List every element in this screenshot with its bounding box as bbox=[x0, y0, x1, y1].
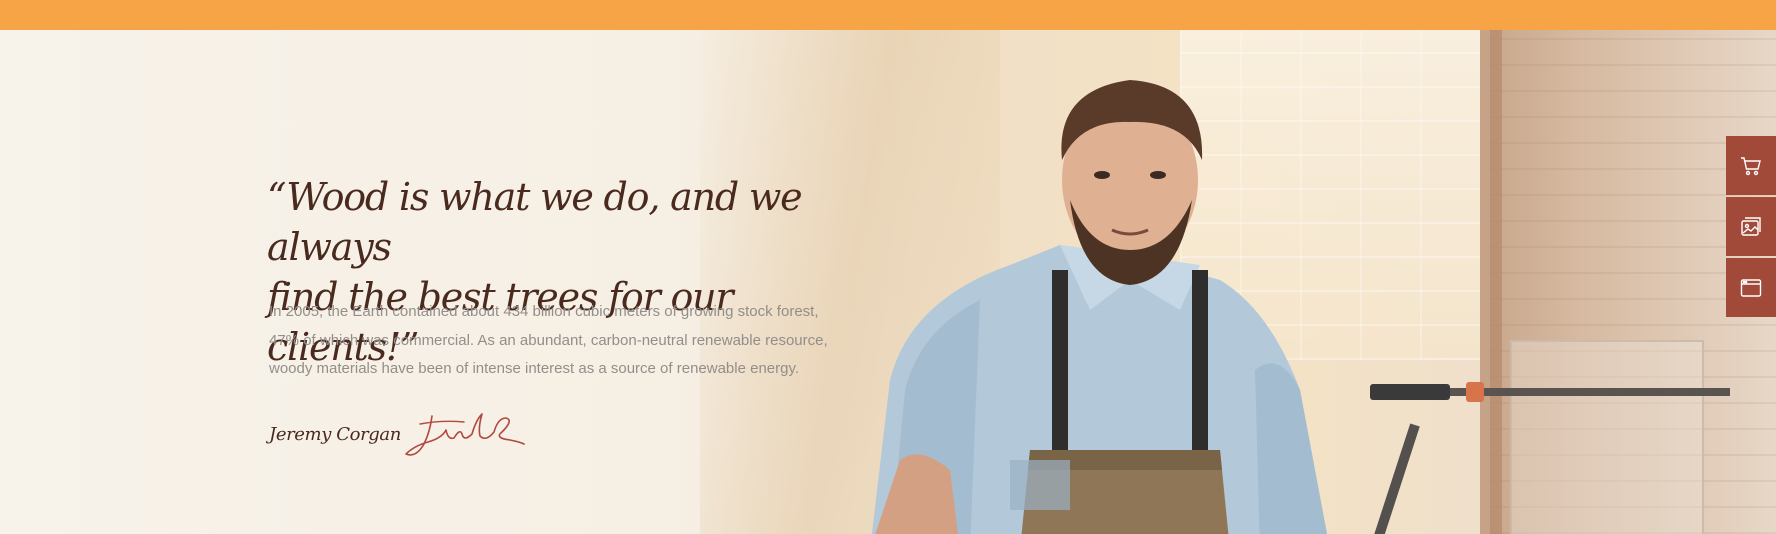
side-toolbar bbox=[1726, 136, 1776, 317]
paragraph-line-1: In 2005, the Earth contained about 434 b… bbox=[269, 303, 819, 320]
browser-window-icon bbox=[1740, 278, 1762, 297]
testimonial-paragraph: In 2005, the Earth contained about 434 b… bbox=[269, 298, 849, 384]
paragraph-line-2: 47% of which was commercial. As an abund… bbox=[269, 331, 828, 349]
cart-icon bbox=[1741, 156, 1761, 175]
carpenter-photo bbox=[830, 50, 1430, 534]
author-name: Jeremy Corgan bbox=[269, 424, 401, 445]
quote-line-1: “Wood is what we do, and we always bbox=[267, 175, 803, 269]
signature-image bbox=[405, 413, 525, 456]
gallery-button[interactable] bbox=[1726, 197, 1776, 256]
hero-section: “Wood is what we do, and we always find … bbox=[0, 30, 1776, 534]
background-beam bbox=[1480, 30, 1502, 534]
background-table bbox=[1510, 340, 1704, 534]
cart-button[interactable] bbox=[1726, 136, 1776, 195]
paragraph-line-3: woody materials have been of intense int… bbox=[269, 360, 800, 377]
top-bar bbox=[0, 0, 1776, 30]
gallery-icon bbox=[1741, 216, 1761, 236]
browser-window-button[interactable] bbox=[1726, 258, 1776, 317]
